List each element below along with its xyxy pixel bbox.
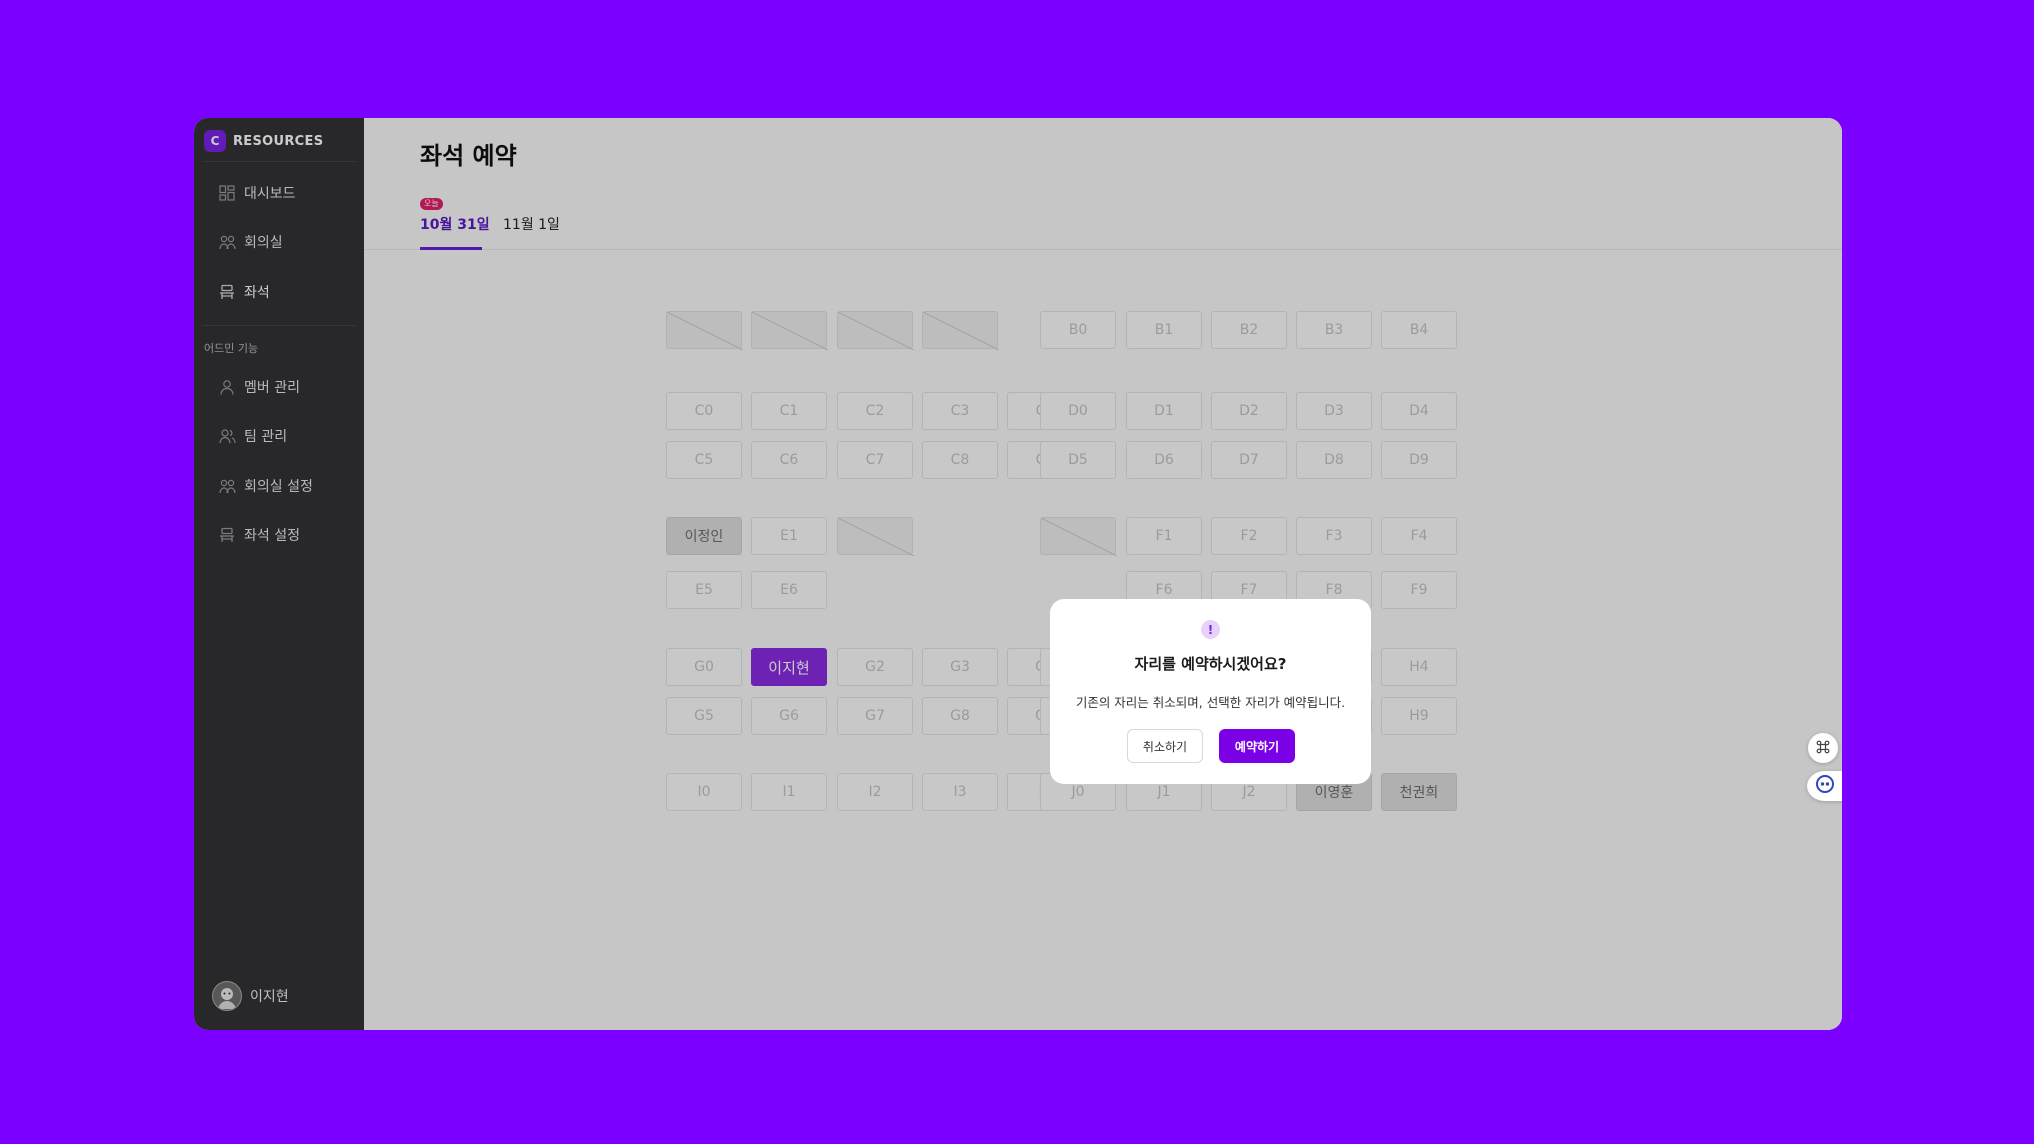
chat-assistant-button[interactable] [1807,771,1842,801]
reserve-button[interactable]: 예약하기 [1219,729,1295,763]
command-icon [1816,739,1830,758]
reservation-confirm-dialog: ! 자리를 예약하시겠어요? 기존의 자리는 취소되며, 선택한 자리가 예약됩… [1050,599,1371,784]
command-button[interactable] [1808,733,1838,763]
alert-icon: ! [1201,620,1220,639]
dialog-description: 기존의 자리는 취소되며, 선택한 자리가 예약됩니다. [1075,695,1346,710]
cancel-button[interactable]: 취소하기 [1127,729,1203,763]
modal-backdrop[interactable] [194,118,1842,1030]
app-window: C RESOURCES 대시보드 회의실 좌석 어드민 기능 멤버 관리 팀 관… [194,118,1842,1030]
dialog-title: 자리를 예약하시겠어요? [1134,655,1287,673]
chatbot-icon [1815,774,1835,798]
